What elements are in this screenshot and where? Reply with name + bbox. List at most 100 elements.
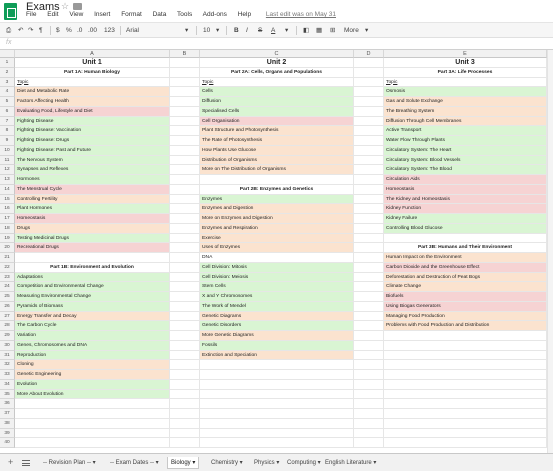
menu-edit[interactable]: Edit xyxy=(47,11,58,18)
row-header[interactable]: 1 xyxy=(0,58,15,68)
row-header[interactable]: 31 xyxy=(0,350,15,361)
table-cell[interactable] xyxy=(170,204,200,214)
table-cell[interactable] xyxy=(354,311,384,322)
table-cell[interactable] xyxy=(200,360,354,370)
table-cell[interactable]: Human Impact on the Environment xyxy=(384,253,547,263)
row-header[interactable]: 40 xyxy=(0,438,15,448)
table-cell[interactable] xyxy=(354,301,384,312)
sheet-tab[interactable]: Chemistry ▾ xyxy=(208,457,246,469)
table-cell[interactable]: Cloning xyxy=(15,360,170,370)
table-cell[interactable]: Biofuels xyxy=(384,292,547,302)
table-cell[interactable] xyxy=(354,389,384,400)
table-cell[interactable] xyxy=(200,370,354,380)
table-cell[interactable] xyxy=(354,409,384,419)
table-cell[interactable]: Topic xyxy=(15,77,170,88)
table-cell[interactable] xyxy=(170,165,200,175)
table-cell[interactable] xyxy=(354,438,384,448)
table-cell[interactable]: Adaptations xyxy=(15,272,170,283)
table-cell[interactable] xyxy=(170,77,200,88)
sheet-tab[interactable]: Biology ▾ xyxy=(167,457,200,469)
table-cell[interactable]: Kidney Function xyxy=(384,204,547,214)
table-cell[interactable] xyxy=(384,340,547,351)
row-header[interactable]: 2 xyxy=(0,67,15,78)
table-cell[interactable] xyxy=(170,292,200,302)
table-cell[interactable]: More on Enzymes and Digestion xyxy=(200,214,354,224)
table-cell[interactable] xyxy=(170,379,200,390)
undo-icon[interactable]: ↶ xyxy=(18,26,23,35)
decimal-more-button[interactable]: .00 xyxy=(88,26,97,35)
table-cell[interactable] xyxy=(354,165,384,175)
row-header[interactable]: 3 xyxy=(0,77,15,88)
row-header[interactable]: 9 xyxy=(0,136,15,146)
table-cell[interactable] xyxy=(170,155,200,166)
table-cell[interactable]: More on The Distribution of Organisms xyxy=(200,165,354,175)
row-header[interactable]: 22 xyxy=(0,262,15,273)
table-cell[interactable]: Controlling Fertility xyxy=(15,194,170,205)
table-cell[interactable]: Cell Division: Meiosis xyxy=(200,272,354,283)
sheet-tab[interactable]: Physics ▾ xyxy=(251,457,282,469)
column-header-c[interactable]: C xyxy=(200,50,354,58)
table-cell[interactable] xyxy=(170,340,200,351)
table-cell[interactable] xyxy=(200,399,354,409)
table-cell[interactable] xyxy=(354,116,384,127)
table-cell[interactable] xyxy=(200,409,354,419)
table-cell[interactable]: Extinction and Speciation xyxy=(200,350,354,361)
table-cell[interactable] xyxy=(15,428,170,439)
table-cell[interactable]: Diffusion xyxy=(200,97,354,107)
table-cell[interactable] xyxy=(354,253,384,263)
table-cell[interactable] xyxy=(170,370,200,380)
table-cell[interactable] xyxy=(354,77,384,88)
row-header[interactable]: 17 xyxy=(0,214,15,224)
last-edit-link[interactable]: Last edit was on May 31 xyxy=(266,11,336,18)
sheet-grid[interactable]: A B C D E 1 Unit 1 Unit 2 Unit 3 2 Part 1A: Human … xyxy=(0,50,553,453)
table-cell[interactable]: Competition and Environmental Change xyxy=(15,282,170,292)
bold-button[interactable]: B xyxy=(234,26,239,35)
table-cell[interactable] xyxy=(354,87,384,97)
text-color-chevron-icon[interactable]: ▾ xyxy=(285,26,288,35)
italic-button[interactable]: I xyxy=(246,26,248,35)
table-cell[interactable]: Part 3A: Life Processes xyxy=(384,67,547,78)
table-cell[interactable] xyxy=(170,87,200,97)
row-header[interactable]: 12 xyxy=(0,165,15,175)
table-cell[interactable] xyxy=(384,233,547,244)
font-size-chevron-icon[interactable]: ▾ xyxy=(216,26,219,35)
table-cell[interactable]: Variation xyxy=(15,331,170,341)
table-cell[interactable]: Genes, Chromosomes and DNA xyxy=(15,340,170,351)
table-cell[interactable] xyxy=(200,389,354,400)
table-cell[interactable] xyxy=(200,428,354,439)
all-sheets-icon[interactable] xyxy=(22,460,30,466)
percent-button[interactable]: % xyxy=(66,26,72,35)
sheet-tab[interactable]: -- Revision Plan -- ▾ xyxy=(40,457,99,469)
table-cell[interactable]: Osmosis xyxy=(384,87,547,97)
table-cell[interactable] xyxy=(170,253,200,263)
table-cell[interactable] xyxy=(170,175,200,185)
table-cell[interactable]: Part 2B: Enzymes and Genetics xyxy=(200,184,354,195)
row-header[interactable]: 8 xyxy=(0,126,15,136)
table-cell[interactable]: Genetic Engineering xyxy=(15,370,170,380)
row-header[interactable]: 21 xyxy=(0,253,15,263)
table-cell[interactable]: Plant Hormones xyxy=(15,204,170,214)
sheet-tab[interactable]: English Literature ▾ xyxy=(322,457,379,469)
row-header[interactable]: 35 xyxy=(0,389,15,400)
table-cell[interactable] xyxy=(354,272,384,283)
table-cell[interactable] xyxy=(354,233,384,244)
menu-addons[interactable]: Add-ons xyxy=(203,11,227,18)
table-cell[interactable]: Unit 1 xyxy=(15,58,170,68)
paint-format-icon[interactable]: ¶ xyxy=(39,26,43,35)
table-cell[interactable]: Gas and Solute Exchange xyxy=(384,97,547,107)
merge-cells-icon[interactable]: ⊞ xyxy=(330,26,335,35)
table-cell[interactable] xyxy=(170,223,200,234)
column-header-a[interactable]: A xyxy=(15,50,170,58)
table-cell[interactable]: Enzymes and Respiration xyxy=(200,223,354,234)
table-cell[interactable] xyxy=(384,331,547,341)
table-cell[interactable] xyxy=(354,194,384,205)
table-cell[interactable] xyxy=(170,184,200,195)
format-more-button[interactable]: 123 xyxy=(104,26,115,35)
table-cell[interactable] xyxy=(354,223,384,234)
row-header[interactable]: 4 xyxy=(0,87,15,97)
table-cell[interactable] xyxy=(354,67,384,78)
table-cell[interactable] xyxy=(170,301,200,312)
table-cell[interactable] xyxy=(384,428,547,439)
table-cell[interactable] xyxy=(354,282,384,292)
row-header[interactable]: 19 xyxy=(0,233,15,244)
